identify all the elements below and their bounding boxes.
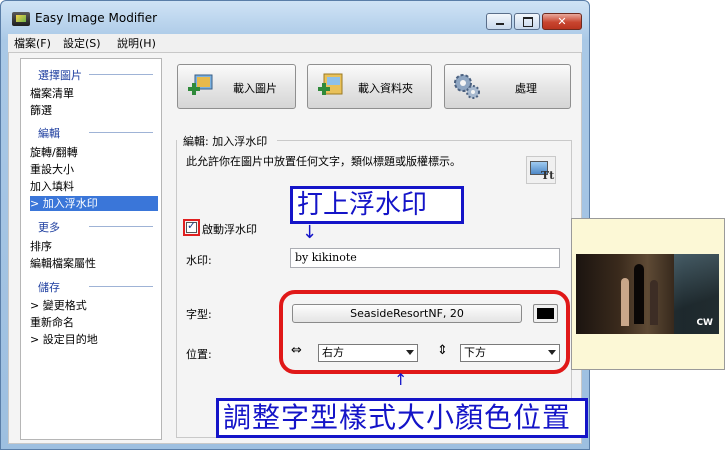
sidebar-item-sort[interactable]: 排序 xyxy=(30,239,158,254)
sidebar-item-filter[interactable]: 篩選 xyxy=(30,103,158,118)
sidebar-item-rename[interactable]: 重新命名 xyxy=(30,315,158,330)
process-button[interactable]: 處理 xyxy=(444,64,571,109)
menu-help[interactable]: 說明(H) xyxy=(117,35,156,51)
edit-group-box xyxy=(176,140,572,438)
maximize-button[interactable] xyxy=(514,13,540,30)
close-button[interactable]: ✕ xyxy=(542,13,582,30)
title-bar[interactable]: Easy Image Modifier ✕ xyxy=(0,0,588,34)
load-image-button[interactable]: 載入圖片 xyxy=(177,64,296,109)
menu-file[interactable]: 檔案(F) xyxy=(14,35,51,51)
picture-add-icon xyxy=(188,74,213,95)
annotation-font-settings: 調整字型樣式大小顏色位置 xyxy=(216,398,588,438)
group-divider xyxy=(277,140,571,141)
sidebar-section-more: 更多 xyxy=(21,219,161,235)
font-label: 字型: xyxy=(186,308,212,321)
watermark-text-input[interactable]: by kikinote xyxy=(290,248,560,268)
enable-watermark-label: 啟動浮水印 xyxy=(202,223,257,236)
load-folder-button[interactable]: 載入資料夾 xyxy=(307,64,432,109)
sidebar-section-save: 儲存 xyxy=(21,279,161,295)
sidebar-item-destination[interactable]: > 設定目的地 xyxy=(30,332,158,347)
watermark-icon: Tt xyxy=(526,156,556,184)
sidebar-item-format[interactable]: > 變更格式 xyxy=(30,298,158,313)
folder-add-icon xyxy=(318,73,343,95)
watermark-description: 此允許你在圖片中放置任何文字，類似標題或版權標示。 xyxy=(186,155,461,168)
sidebar-item-watermark[interactable]: > 加入浮水印 xyxy=(30,196,158,211)
edit-group-title: 編輯: 加入浮水印 xyxy=(183,135,268,148)
watermark-logo: CW xyxy=(696,318,713,328)
annotation-watermark: 打上浮水印 xyxy=(290,186,464,224)
minimize-button[interactable] xyxy=(486,13,512,30)
sidebar-item-padding[interactable]: 加入填料 xyxy=(30,179,158,194)
load-folder-label: 載入資料夾 xyxy=(358,82,413,95)
window-title: Easy Image Modifier xyxy=(35,11,158,25)
sidebar-item-rotate[interactable]: 旋轉/翻轉 xyxy=(30,145,158,160)
sidebar-item-resize[interactable]: 重設大小 xyxy=(30,162,158,177)
process-label: 處理 xyxy=(515,82,537,95)
sidebar-section-edit: 編輯 xyxy=(21,125,161,141)
minimize-icon xyxy=(496,23,504,25)
highlight-oval xyxy=(279,290,570,374)
menu-settings[interactable]: 設定(S) xyxy=(63,35,101,51)
sidebar-item-file-props[interactable]: 編輯檔案屬性 xyxy=(30,256,158,271)
app-icon xyxy=(12,12,30,26)
sidebar: 選擇圖片 檔案清單 篩選 編輯 旋轉/翻轉 重設大小 加入填料 > 加入浮水印 … xyxy=(20,58,162,440)
menu-bar: 檔案(F) 設定(S) 說明(H) xyxy=(8,34,582,52)
maximize-icon xyxy=(523,17,533,27)
sidebar-section-select: 選擇圖片 xyxy=(21,67,161,83)
watermark-label: 水印: xyxy=(186,254,212,267)
annotation-arrow-up: ↑ xyxy=(394,370,408,389)
gears-icon xyxy=(454,74,480,99)
sidebar-item-file-list[interactable]: 檔案清單 xyxy=(30,86,158,101)
close-icon: ✕ xyxy=(557,15,567,28)
checkbox-highlight xyxy=(183,219,200,236)
preview-image: CW xyxy=(576,254,719,334)
position-label: 位置: xyxy=(186,348,212,361)
load-image-label: 載入圖片 xyxy=(233,82,277,95)
annotation-arrow-down: ↓ xyxy=(302,222,318,243)
